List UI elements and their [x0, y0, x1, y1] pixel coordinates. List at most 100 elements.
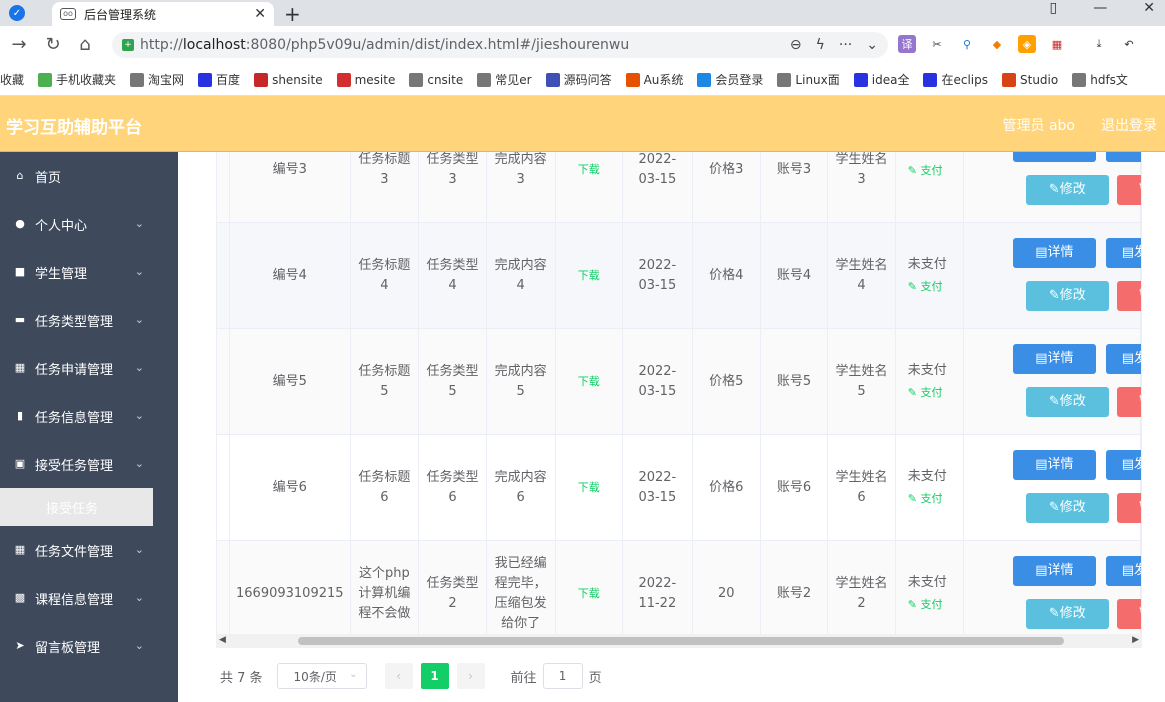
detail-button[interactable]: ▤ 详情 [1012, 344, 1096, 374]
bookmark-item[interactable]: 源码问答 [545, 71, 612, 88]
publish-button[interactable]: ▤ 发布文 [1105, 450, 1141, 480]
cell-title-text: 任务标题3 [358, 152, 411, 187]
edit-button[interactable]: ✎ 修改 [1025, 493, 1109, 523]
scrollbar-thumb[interactable] [298, 637, 1064, 645]
zoom-icon[interactable]: ⊖ [790, 37, 802, 53]
edit-button[interactable]: ✎ 修改 [1025, 175, 1109, 205]
sidebar-item[interactable]: ■ 学生管理 ⌄ [0, 248, 178, 296]
restore-icon[interactable]: ▯ [1050, 0, 1058, 16]
publish-button[interactable]: ▤ 发布文 [1105, 344, 1141, 374]
delete-button[interactable]: 🗑 删除 [1116, 493, 1141, 523]
bookmark-item[interactable]: 淘宝网 [130, 71, 184, 88]
pay-button[interactable]: ✎ 支付 [908, 489, 957, 509]
download-icon[interactable]: ⤓ [1090, 35, 1108, 53]
reload-icon[interactable]: ↻ [42, 34, 64, 55]
cell-operations: ▤ 详情 ▤ 发布文 ✎ 修改 🗑 删除 [963, 540, 1141, 647]
undo-icon[interactable]: ↶ [1120, 35, 1138, 53]
minimize-icon[interactable]: — [1093, 0, 1107, 16]
bookmark-item[interactable]: idea全 [853, 71, 909, 88]
pay-button[interactable]: ✎ 支付 [908, 161, 957, 181]
edit-button[interactable]: ✎ 修改 [1025, 599, 1109, 629]
site-info-icon[interactable]: + [122, 39, 134, 51]
tab-close-icon[interactable]: ✕ [254, 6, 266, 22]
download-link[interactable]: 下载 [578, 481, 600, 494]
delete-button[interactable]: 🗑 删除 [1116, 281, 1141, 311]
search-ext-icon[interactable]: ⚲ [958, 35, 976, 53]
sidebar-item-label: 任务申请管理 [35, 362, 114, 378]
detail-button[interactable]: ▤ 详情 [1012, 238, 1096, 268]
bookmark-item[interactable]: Studio [1002, 72, 1058, 87]
scroll-right-icon[interactable]: ▶ [1132, 635, 1139, 645]
shield-icon[interactable]: ◈ [1018, 35, 1036, 53]
page-size-select[interactable]: 10条/页 ⌄ [276, 663, 367, 689]
bookmark-item[interactable]: 手机收藏夹 [38, 71, 116, 88]
grid-icon: ▦ [14, 361, 26, 374]
bookmark-item[interactable]: Au系统 [625, 71, 683, 88]
pay-button[interactable]: ✎ 支付 [908, 595, 957, 615]
chevron-down-icon[interactable]: ⌄ [866, 37, 878, 53]
sidebar-subitem-active[interactable]: 接受任务 [0, 488, 153, 526]
next-page-button[interactable]: › [456, 663, 485, 689]
forward-icon[interactable]: → [8, 34, 30, 55]
bookmark-item[interactable]: 会员登录 [697, 71, 763, 88]
detail-button[interactable]: ▤ 详情 [1012, 450, 1096, 480]
scroll-left-icon[interactable]: ◀ [219, 635, 226, 645]
logout-link[interactable]: 退出登录 [1101, 115, 1157, 135]
home-icon[interactable]: ⌂ [74, 34, 96, 55]
download-link[interactable]: 下载 [578, 163, 600, 176]
publish-button[interactable]: ▤ 发布文 [1105, 238, 1141, 268]
edit-pen-icon: ✎ [907, 279, 921, 293]
close-window-icon[interactable]: ✕ [1143, 0, 1155, 16]
bookmark-label: 常见er [495, 73, 532, 87]
goto-page-input[interactable]: 1 [542, 663, 583, 689]
cell-account: 账号5 [760, 328, 829, 435]
more-icon[interactable]: ··· [839, 37, 852, 53]
bookmark-item[interactable]: 收藏 [0, 71, 24, 88]
delete-button[interactable]: 🗑 删除 [1116, 175, 1141, 205]
sidebar-item[interactable]: ● 个人中心 ⌄ [0, 200, 178, 248]
bookmark-item[interactable]: 在eclips [923, 71, 988, 88]
current-page-button[interactable]: 1 [420, 663, 449, 689]
bookmark-item[interactable]: cnsite [409, 72, 463, 87]
sidebar-item[interactable]: ▦ 任务文件管理 ⌄ [0, 526, 178, 574]
pay-button[interactable]: ✎ 支付 [908, 277, 957, 297]
edit-button[interactable]: ✎ 修改 [1025, 387, 1109, 417]
horizontal-scrollbar[interactable]: ◀ ▶ [216, 634, 1142, 648]
sidebar-item[interactable]: ➤ 留言板管理 ⌄ [0, 622, 178, 670]
bookmark-item[interactable]: hdfs文 [1072, 71, 1128, 88]
bookmark-item[interactable]: mesite [336, 72, 395, 87]
scissors-icon[interactable]: ✂ [928, 35, 946, 53]
detail-button[interactable]: ▤ 详情 [1012, 556, 1096, 586]
delete-button[interactable]: 🗑 删除 [1116, 387, 1141, 417]
sidebar-item[interactable]: ▬ 任务类型管理 ⌄ [0, 296, 178, 344]
detail-button[interactable]: ▤ 详情 [1012, 152, 1096, 162]
new-tab-icon[interactable]: + [284, 2, 301, 26]
edit-button[interactable]: ✎ 修改 [1025, 281, 1109, 311]
browser-app-icon[interactable]: ✓ [0, 2, 34, 24]
delete-button[interactable]: 🗑 删除 [1116, 599, 1141, 629]
browser-tab[interactable]: oo 后台管理系统 ✕ [52, 2, 274, 26]
pay-button[interactable]: ✎ 支付 [908, 383, 957, 403]
bookmark-item[interactable]: 常见er [477, 71, 532, 88]
bookmark-item[interactable]: 百度 [198, 71, 240, 88]
bookmark-item[interactable]: shensite [254, 72, 323, 87]
download-link[interactable]: 下载 [578, 587, 600, 600]
sidebar-item[interactable]: ⌂ 首页 [0, 152, 178, 200]
cell-type-text: 任务类型4 [426, 257, 479, 293]
publish-button[interactable]: ▤ 发布文 [1105, 152, 1141, 162]
sidebar-item[interactable]: ▮ 任务信息管理 ⌄ [0, 392, 178, 440]
sidebar-item[interactable]: ▦ 任务申请管理 ⌄ [0, 344, 178, 392]
url-input[interactable]: + http://localhost:8080/php5v09u/admin/d… [112, 32, 888, 58]
sidebar-item[interactable]: ▣ 接受任务管理 ⌄ [0, 440, 178, 488]
prev-page-button[interactable]: ‹ [384, 663, 413, 689]
operations: ▤ 详情 ▤ 发布文 ✎ 修改 🗑 删除 [964, 223, 1141, 328]
download-link[interactable]: 下载 [578, 375, 600, 388]
apps-grid-icon[interactable]: ▦ [1048, 35, 1066, 53]
lightning-icon[interactable]: ϟ [816, 37, 825, 53]
game-icon[interactable]: ◆ [988, 35, 1006, 53]
bookmark-item[interactable]: Linux面 [777, 71, 840, 88]
download-link[interactable]: 下载 [578, 269, 600, 282]
sidebar-item[interactable]: ▩ 课程信息管理 ⌄ [0, 574, 178, 622]
translate-icon[interactable]: 译 [898, 35, 916, 53]
publish-button[interactable]: ▤ 发布文 [1105, 556, 1141, 586]
